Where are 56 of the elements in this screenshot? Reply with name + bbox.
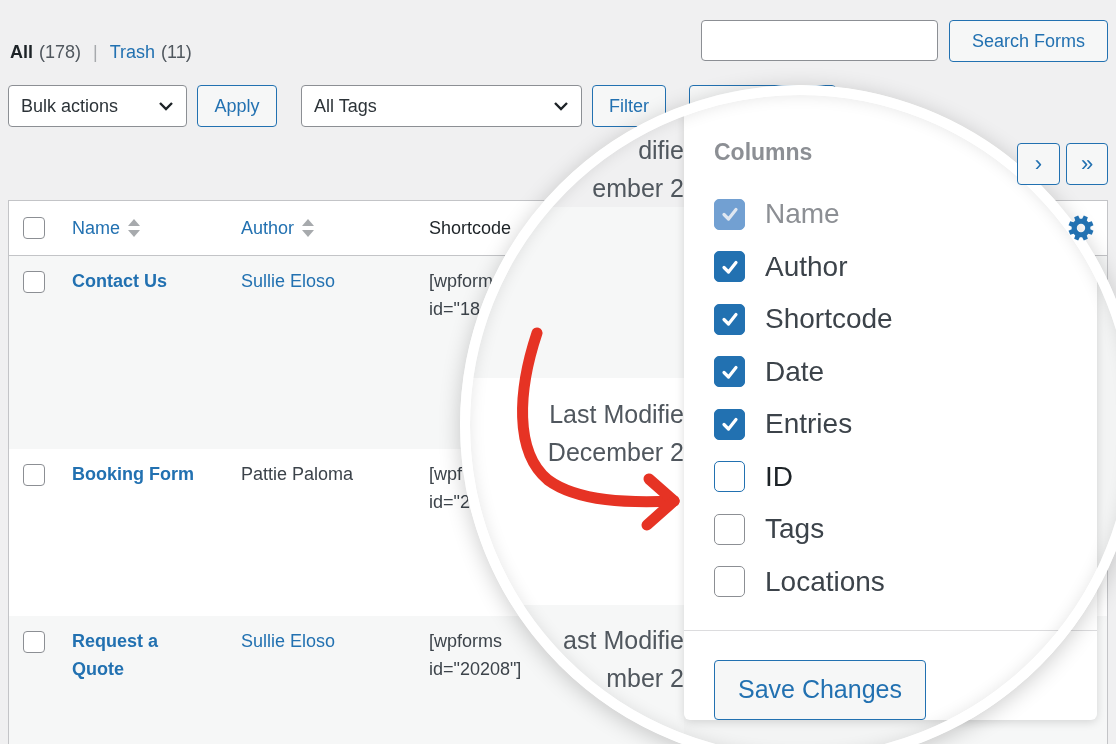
column-option-label[interactable]: Shortcode: [765, 303, 893, 335]
row-checkbox[interactable]: [23, 464, 45, 486]
column-header[interactable]: Shortcode: [429, 217, 512, 239]
column-option-label[interactable]: Date: [765, 355, 825, 388]
column-option-label[interactable]: Tags: [765, 513, 825, 545]
magnified-text: ast Modifie: [563, 625, 684, 656]
column-option-label[interactable]: Locations: [765, 565, 885, 598]
filter-button[interactable]: Filter: [592, 85, 666, 127]
sort-icon[interactable]: [302, 218, 315, 238]
view-count: (178): [39, 41, 82, 64]
view-count: (11): [161, 41, 192, 64]
menu-title: Columns: [714, 138, 813, 167]
magnified-text: ember 2: [592, 173, 684, 204]
magnified-text: difie: [638, 135, 684, 166]
magnified-text: Last Modifie: [549, 399, 684, 430]
column-header[interactable]: Name: [72, 217, 120, 239]
column-option-label[interactable]: Author: [765, 250, 848, 283]
magnified-text: mber 2: [606, 663, 684, 694]
view-link[interactable]: All: [10, 40, 33, 64]
tag-filter-select[interactable]: All Tags: [301, 85, 582, 127]
column-checkbox[interactable]: [714, 408, 745, 440]
column-checkbox[interactable]: [714, 356, 745, 387]
view-link[interactable]: Trash: [109, 40, 156, 64]
author-name[interactable]: Sullie Eloso: [241, 267, 336, 295]
column-header[interactable]: Author: [241, 217, 295, 239]
column-checkbox[interactable]: [714, 251, 745, 282]
row-checkbox[interactable]: [23, 271, 45, 293]
pagination-button[interactable]: »: [1066, 143, 1108, 185]
column-option-label[interactable]: ID: [765, 460, 793, 493]
author-name[interactable]: Pattie Paloma: [241, 460, 354, 488]
select-all-checkbox[interactable]: [23, 217, 45, 239]
author-name[interactable]: Sullie Eloso: [241, 627, 336, 655]
shortcode-text: [wpf id="2: [429, 463, 470, 514]
form-name-link[interactable]: Contact Us: [72, 267, 167, 295]
column-checkbox[interactable]: [714, 303, 745, 335]
view-separator: |: [93, 41, 98, 64]
column-checkbox[interactable]: [714, 566, 745, 597]
pagination-button[interactable]: ›: [1017, 143, 1060, 185]
save-changes-button[interactable]: Save Changes: [714, 659, 926, 720]
apply-button[interactable]: Apply: [197, 85, 277, 127]
settings-icon[interactable]: [1068, 215, 1094, 241]
form-name-link[interactable]: Booking Form: [72, 460, 194, 488]
chevron-down-icon: [158, 101, 174, 111]
column-option-label[interactable]: Entries: [765, 408, 853, 440]
sort-icon[interactable]: [128, 218, 140, 238]
search-field[interactable]: [701, 20, 938, 61]
row-checkbox[interactable]: [23, 631, 45, 653]
column-checkbox[interactable]: [714, 461, 745, 492]
bulk-actions-select[interactable]: Bulk actions: [8, 85, 187, 127]
search-button[interactable]: Search Forms: [949, 20, 1108, 62]
shortcode-text: [wpforms id="20208"]: [429, 630, 522, 681]
column-checkbox[interactable]: [714, 513, 745, 545]
chevron-down-icon: [553, 101, 569, 111]
magnified-text: December 2: [547, 437, 684, 468]
shortcode-text: [wpform id="18: [429, 270, 493, 321]
form-name-link[interactable]: Request a Quote: [72, 627, 204, 683]
